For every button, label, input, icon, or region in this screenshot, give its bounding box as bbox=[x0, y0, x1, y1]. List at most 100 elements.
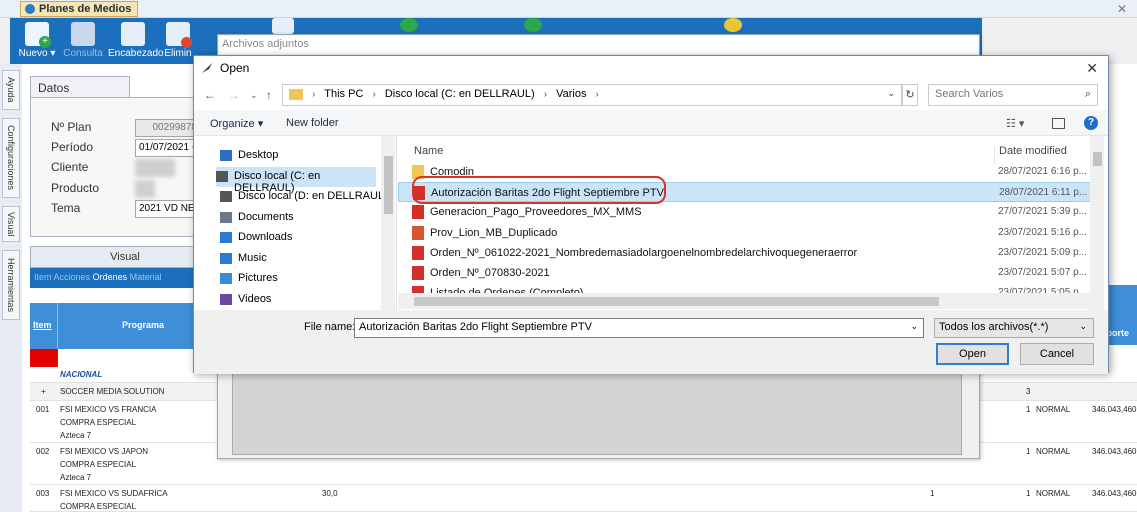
datos-principales-panel: Nº Plan Período Cliente Producto Tema 00… bbox=[30, 97, 201, 237]
table-row[interactable]: 003 FSI MEXICO VS SUDAFRICA COMPRA ESPEC… bbox=[30, 485, 1137, 512]
file-type-select[interactable]: Todos los archivos(*.*) ⌄ bbox=[934, 318, 1094, 338]
nav-item[interactable]: Videos bbox=[220, 290, 390, 310]
file-type-dropdown-icon[interactable]: ⌄ bbox=[1079, 321, 1087, 332]
breadcrumb-disco-c[interactable]: Disco local (C: en DELLRAUL) bbox=[385, 88, 535, 100]
row-amount: 346.043,460 bbox=[1092, 447, 1137, 456]
file-row[interactable]: Prov_Lion_MB_Duplicado 23/07/2021 5:16 p.… bbox=[398, 223, 1098, 243]
recent-locations-chevron-icon[interactable]: ⌄ bbox=[250, 90, 258, 101]
forward-arrow-icon[interactable]: → bbox=[228, 88, 240, 102]
view-options-icon[interactable]: ☷ ▾ bbox=[1006, 117, 1024, 130]
periodo-field[interactable]: 01/07/2021 - bbox=[135, 139, 201, 157]
producto-field-redacted bbox=[135, 180, 155, 198]
encabezado-button-label: Encabezado bbox=[108, 48, 164, 59]
row-line2: COMPRA ESPECIAL bbox=[60, 502, 137, 511]
file-name-value: Autorización Baritas 2do Flight Septiemb… bbox=[359, 321, 592, 333]
app-close-icon[interactable]: ✕ bbox=[1117, 2, 1127, 16]
pictures-icon bbox=[220, 273, 232, 284]
file-row[interactable]: Orden_Nº_061022-2021_Nombredemasiadolarg… bbox=[398, 243, 1098, 263]
row-line1: FSI MEXICO VS FRANCIA bbox=[60, 405, 157, 414]
app-tab[interactable]: Planes de Medios bbox=[20, 1, 139, 17]
nav-item[interactable]: Pictures bbox=[220, 269, 390, 289]
open-button[interactable]: Open bbox=[936, 343, 1009, 365]
address-bar[interactable]: › This PC › Disco local (C: en DELLRAUL)… bbox=[282, 84, 902, 106]
horizontal-scrollbar-thumb[interactable] bbox=[414, 297, 939, 306]
file-name-dropdown-icon[interactable]: ⌄ bbox=[910, 321, 918, 332]
plan-field[interactable]: 00299878 bbox=[135, 119, 201, 137]
breadcrumb-sep-icon[interactable]: › bbox=[544, 89, 547, 100]
nav-item[interactable]: Desktop bbox=[220, 146, 390, 166]
tema-field[interactable]: 2021 VD NEO bbox=[135, 200, 201, 218]
nav-item[interactable]: Music bbox=[220, 249, 390, 269]
nav-item[interactable]: Disco local (D: en DELLRAUL) bbox=[220, 187, 390, 207]
nav-item[interactable]: Disco local (C: en DELLRAUL) bbox=[216, 166, 376, 194]
side-tab-ayuda[interactable]: Ayuda bbox=[2, 70, 20, 110]
delete-icon bbox=[166, 22, 192, 48]
search-input[interactable]: Search Varios ⌕ bbox=[928, 84, 1098, 106]
nav-item[interactable]: Downloads bbox=[220, 228, 390, 248]
address-dropdown-icon[interactable]: ⌄ bbox=[887, 88, 895, 99]
nav-item[interactable]: Documents bbox=[220, 208, 390, 228]
file-name-input[interactable]: Autorización Baritas 2do Flight Septiemb… bbox=[354, 318, 924, 338]
subtab-acciones[interactable]: Acciones bbox=[54, 272, 91, 282]
subtab-ordenes[interactable]: Ordenes bbox=[93, 272, 128, 282]
encabezado-button[interactable]: Encabezado bbox=[108, 20, 164, 64]
breadcrumb-varios[interactable]: Varios bbox=[556, 88, 586, 100]
row-qty: 1 bbox=[1026, 405, 1031, 414]
dialog-close-icon[interactable]: ✕ bbox=[1086, 60, 1098, 77]
subtab-item[interactable]: Item bbox=[34, 272, 52, 282]
file-row[interactable]: Orden_Nº_070830-2021 23/07/2021 5:07 p... bbox=[398, 263, 1098, 283]
row-line1: FSI MEXICO VS SUDAFRICA bbox=[60, 489, 168, 498]
row-qty: 1 bbox=[1026, 447, 1031, 456]
preview-pane-icon[interactable] bbox=[1052, 118, 1065, 129]
nav-scrollbar-thumb[interactable] bbox=[384, 156, 393, 214]
dialog-title: Open bbox=[220, 61, 250, 75]
nacional-label: NACIONAL bbox=[60, 370, 103, 379]
delete-button[interactable]: Elimin bbox=[158, 20, 198, 64]
up-arrow-icon[interactable]: ↑ bbox=[266, 88, 272, 102]
file-date: 23/07/2021 5:16 p... bbox=[998, 226, 1087, 238]
file-row[interactable]: Generacion_Pago_Proveedores_MX_MMS 27/07/… bbox=[398, 202, 1098, 222]
row-id: 001 bbox=[36, 405, 50, 414]
side-tab-visual[interactable]: Visual bbox=[2, 206, 20, 242]
side-tab-herramientas[interactable]: Herramientas bbox=[2, 250, 20, 320]
help-icon[interactable]: ? bbox=[1084, 116, 1098, 130]
plan-label: Nº Plan bbox=[51, 120, 92, 134]
row-line1: FSI MEXICO VS JAPON bbox=[60, 447, 149, 456]
command-bar: Organize ▾ New folder ☷ ▾ ? bbox=[194, 110, 1108, 136]
drive-icon bbox=[216, 170, 228, 182]
cancel-button[interactable]: Cancel bbox=[1020, 343, 1094, 365]
new-button[interactable]: + Nuevo ▾ bbox=[12, 20, 62, 64]
back-arrow-icon[interactable]: ← bbox=[204, 88, 216, 102]
subtab-material[interactable]: Material bbox=[130, 272, 162, 282]
refresh-icon[interactable]: ↻ bbox=[902, 84, 918, 106]
new-folder-button[interactable]: New folder bbox=[286, 117, 339, 129]
col-name-header[interactable]: Name bbox=[414, 145, 443, 157]
group-name: SOCCER MEDIA SOLUTION bbox=[60, 387, 165, 396]
row-qty: 1 bbox=[1026, 489, 1031, 498]
file-list-header: Name Date modified bbox=[398, 140, 1098, 165]
nav-item-label: Documents bbox=[238, 210, 294, 223]
group-expand-icon[interactable]: + bbox=[41, 387, 46, 396]
breadcrumb-this-pc[interactable]: This PC bbox=[324, 88, 363, 100]
col-item-header[interactable]: Item bbox=[30, 303, 58, 349]
breadcrumb-sep-icon[interactable]: › bbox=[372, 89, 375, 100]
breadcrumb-sep-icon[interactable]: › bbox=[312, 89, 315, 100]
file-name: Orden_Nº_070830-2021 bbox=[430, 267, 550, 279]
file-date: 23/07/2021 5:07 p... bbox=[998, 267, 1087, 278]
music-icon bbox=[220, 252, 232, 264]
organize-button[interactable]: Organize ▾ bbox=[210, 117, 263, 130]
datos-principales-tab[interactable]: Datos Principales bbox=[30, 76, 130, 109]
side-tab-configuraciones[interactable]: Configuraciones bbox=[2, 118, 20, 198]
consulta-button[interactable]: Consulta bbox=[58, 20, 108, 64]
new-doc-icon: + bbox=[25, 22, 51, 48]
cliente-field-redacted bbox=[135, 159, 175, 177]
side-tabs: Ayuda Configuraciones Visual Herramienta… bbox=[0, 64, 22, 512]
col-programa-header[interactable]: Programa bbox=[122, 320, 164, 330]
navigation-pane: Desktop Disco local (C: en DELLRAUL) Disco… bbox=[194, 136, 397, 325]
file-list-scrollbar-thumb[interactable] bbox=[1093, 152, 1102, 166]
file-name: Generacion_Pago_Proveedores_MX_MMS bbox=[430, 206, 642, 219]
drive-icon bbox=[220, 191, 232, 202]
yellow-circle-icon bbox=[724, 18, 742, 32]
visual-tab[interactable]: Visual bbox=[30, 246, 220, 268]
breadcrumb-sep-icon[interactable]: › bbox=[596, 89, 599, 100]
